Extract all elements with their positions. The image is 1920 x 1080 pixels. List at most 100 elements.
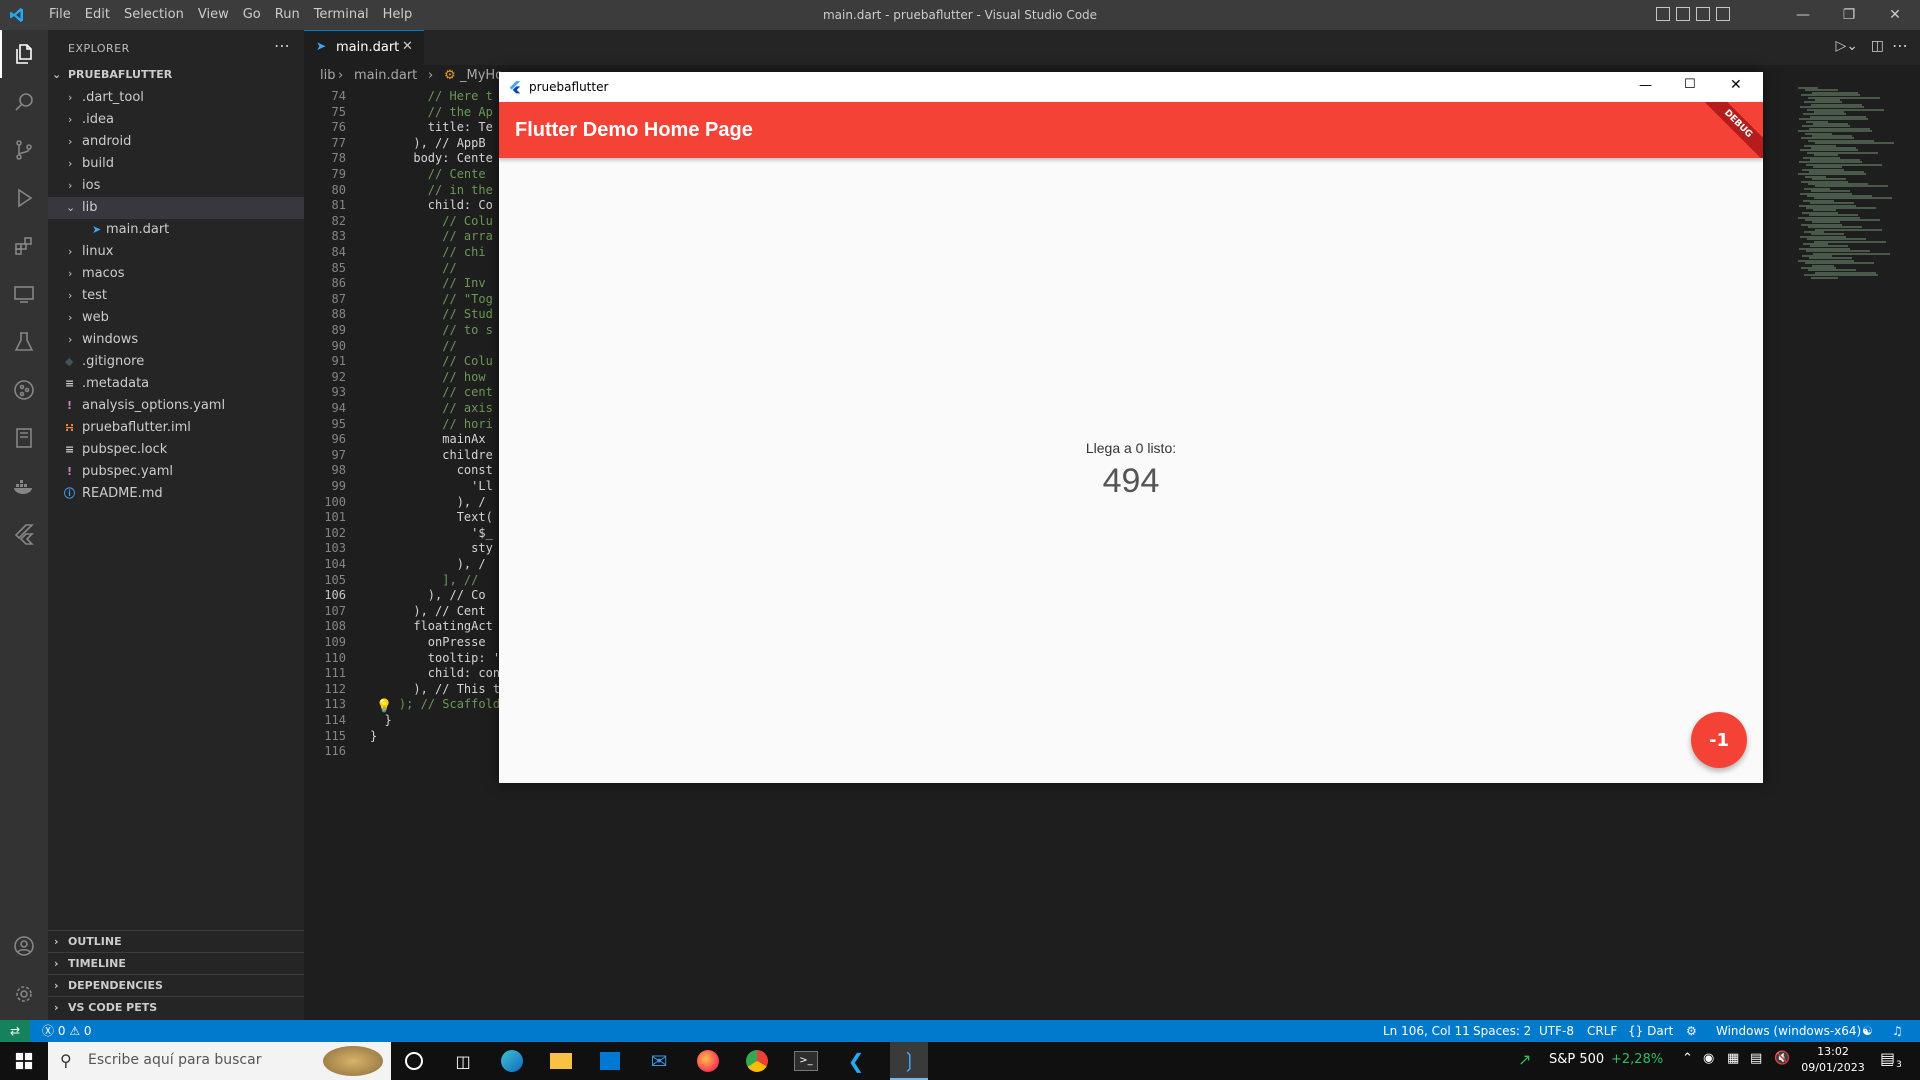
breadcrumb-main-dart[interactable]: main.dart (354, 68, 417, 83)
firefox-icon[interactable] (694, 1047, 722, 1075)
tree-item-readme[interactable]: ⓘ README.md (48, 483, 304, 505)
restore-button[interactable]: ❐ (1826, 0, 1872, 30)
display-icon[interactable]: ▦ (1727, 1051, 1739, 1066)
mail-icon[interactable]: ✉ (645, 1047, 673, 1075)
minimap[interactable] (1794, 87, 1906, 327)
tree-item-main-dart[interactable]: ➤ main.dart (48, 219, 304, 241)
menu-view[interactable]: View (191, 0, 236, 30)
menu-go[interactable]: Go (236, 0, 268, 30)
network-icon[interactable]: ▤ (1750, 1051, 1762, 1066)
tree-item-windows[interactable]: › windows (48, 329, 304, 351)
more-actions-icon[interactable]: ⋯ (274, 36, 290, 55)
customize-layout-icon[interactable] (1716, 7, 1730, 21)
tree-item-macos[interactable]: › macos (48, 263, 304, 285)
testing-icon[interactable] (0, 318, 48, 366)
close-icon[interactable]: ✕ (402, 39, 413, 54)
settings-gear-icon[interactable] (0, 970, 48, 1018)
menu-terminal[interactable]: Terminal (307, 0, 376, 30)
extensions-icon[interactable] (0, 222, 48, 270)
section-label: VS CODE PETS (68, 1001, 158, 1014)
language-mode[interactable]: {} Dart (1628, 1020, 1673, 1042)
tree-item-web[interactable]: › web (48, 307, 304, 329)
ms-store-icon[interactable] (596, 1047, 624, 1075)
windows-start-icon[interactable] (10, 1047, 38, 1075)
section-outline[interactable]: › OUTLINE (48, 930, 304, 953)
tree-item-iml[interactable]: ∺ pruebaflutter.iml (48, 417, 304, 439)
platform-selector[interactable]: Windows (windows-x64) (1716, 1020, 1861, 1042)
tree-item-metadata[interactable]: ≡ .metadata (48, 373, 304, 395)
minimize-button[interactable]: — (1639, 78, 1652, 93)
menu-edit[interactable]: Edit (78, 0, 117, 30)
edge-browser-icon[interactable] (498, 1047, 526, 1075)
explorer-icon[interactable] (0, 30, 48, 78)
run-debug-icon[interactable] (0, 174, 48, 222)
toggle-panel-icon[interactable] (1676, 7, 1690, 21)
flutter-icon[interactable] (0, 510, 48, 558)
clock-time[interactable]: 13:02 (1803, 1045, 1863, 1058)
tree-item-build[interactable]: › build (48, 153, 304, 175)
chrome-icon[interactable] (743, 1047, 771, 1075)
terminal-icon[interactable]: >_ (792, 1047, 820, 1075)
code-line: 'Ll (370, 479, 493, 493)
flutter-app-taskbar-icon[interactable]: ❳ (890, 1042, 928, 1080)
notifications-bell-icon[interactable]: ♫ (1892, 1020, 1903, 1042)
tree-item-ios[interactable]: › ios (48, 175, 304, 197)
section-timeline[interactable]: › TIMELINE (48, 952, 304, 975)
more-actions-icon[interactable]: ⋯ (1892, 36, 1908, 55)
vscode-taskbar-icon[interactable]: ❮ (842, 1047, 870, 1075)
menu-run[interactable]: Run (268, 0, 307, 30)
run-dropdown-icon[interactable]: ▷⌄ (1836, 38, 1859, 54)
stock-name[interactable]: S&P 500 (1549, 1052, 1604, 1067)
breadcrumb-class[interactable]: _MyHo (460, 68, 503, 83)
tree-item-pubspec-lock[interactable]: ≡ pubspec.lock (48, 439, 304, 461)
tree-item-linux[interactable]: › linux (48, 241, 304, 263)
devtools-icon[interactable]: ⚙ (1686, 1020, 1697, 1042)
section-dependencies[interactable]: › DEPENDENCIES (48, 974, 304, 997)
tree-item-idea[interactable]: › .idea (48, 109, 304, 131)
accounts-icon[interactable] (0, 922, 48, 970)
notebook-icon[interactable] (0, 414, 48, 462)
tree-item-test[interactable]: › test (48, 285, 304, 307)
chevron-up-icon[interactable]: ⌃ (1682, 1051, 1693, 1066)
menu-help[interactable]: Help (376, 0, 420, 30)
tree-item-gitignore[interactable]: ◆ .gitignore (48, 351, 304, 373)
section-vscode-pets[interactable]: › VS CODE PETS (48, 996, 304, 1019)
minimize-button[interactable]: — (1780, 0, 1826, 30)
tree-item-android[interactable]: › android (48, 131, 304, 153)
cursor-position[interactable]: Ln 106, Col 11 (1383, 1020, 1470, 1042)
task-view-icon[interactable]: ◫ (449, 1047, 477, 1075)
toggle-secondary-sidebar-icon[interactable] (1696, 7, 1710, 21)
line-ending[interactable]: CRLF (1587, 1020, 1617, 1042)
problems-indicator[interactable]: Ⓧ 0 ⚠ 0 (42, 1020, 92, 1042)
maximize-button[interactable]: ☐ (1684, 77, 1696, 92)
file-explorer-icon[interactable] (547, 1047, 575, 1075)
record-icon[interactable]: ◉ (1703, 1051, 1714, 1066)
search-icon[interactable] (0, 78, 48, 126)
encoding[interactable]: UTF-8 (1539, 1020, 1574, 1042)
remote-indicator-icon[interactable]: ⇄ (0, 1020, 30, 1042)
remote-explorer-icon[interactable] (0, 270, 48, 318)
docker-icon[interactable] (0, 462, 48, 510)
tree-item-dart-tool[interactable]: › .dart_tool (48, 87, 304, 109)
close-button[interactable]: ✕ (1872, 0, 1918, 30)
tree-item-lib[interactable]: ⌄ lib (48, 197, 304, 219)
breadcrumb-lib[interactable]: lib (320, 68, 335, 83)
split-editor-icon[interactable]: ◫ (1871, 38, 1884, 54)
tab-main-dart[interactable]: ➤ main.dart ✕ (304, 30, 424, 65)
source-control-icon[interactable] (0, 126, 48, 174)
lightbulb-icon[interactable]: 💡 (376, 699, 392, 714)
toggle-sidebar-icon[interactable] (1656, 7, 1670, 21)
menu-selection[interactable]: Selection (117, 0, 191, 30)
feedback-icon[interactable]: ☯ (1862, 1020, 1873, 1042)
indentation[interactable]: Spaces: 2 (1473, 1020, 1531, 1042)
tree-item-analysis-options[interactable]: ! analysis_options.yaml (48, 395, 304, 417)
git-graph-icon[interactable] (0, 366, 48, 414)
close-button[interactable]: ✕ (1730, 77, 1742, 93)
cortana-icon[interactable] (400, 1047, 428, 1075)
clock-date[interactable]: 09/01/2023 (1800, 1061, 1866, 1074)
volume-muted-icon[interactable]: 🔇 (1774, 1051, 1790, 1066)
menu-file[interactable]: File (42, 0, 78, 30)
decrement-fab-button[interactable]: -1 (1691, 712, 1747, 768)
tree-item-pubspec-yaml[interactable]: ! pubspec.yaml (48, 461, 304, 483)
taskbar-search-box[interactable]: ⚲ Escribe aquí para buscar (48, 1042, 391, 1080)
